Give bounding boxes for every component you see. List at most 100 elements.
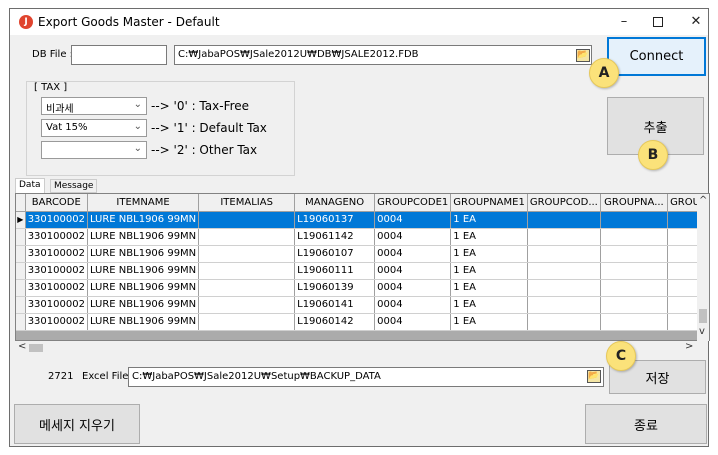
horizontal-scrollbar[interactable]: < > bbox=[15, 341, 697, 355]
table-cell[interactable]: 0004 bbox=[374, 245, 452, 263]
table-cell[interactable] bbox=[198, 262, 296, 280]
row-indicator[interactable] bbox=[16, 262, 26, 280]
scroll-down-icon[interactable]: v bbox=[699, 326, 705, 337]
vertical-scrollbar[interactable]: ^ v bbox=[697, 194, 709, 341]
row-indicator[interactable] bbox=[16, 313, 26, 331]
table-cell[interactable]: LURE NBL1906 99MN bbox=[87, 262, 200, 280]
column-header[interactable]: GROUPCOD... bbox=[527, 194, 601, 212]
table-cell[interactable]: 0004 bbox=[374, 296, 452, 314]
connect-button[interactable]: Connect bbox=[607, 37, 706, 76]
table-cell[interactable] bbox=[600, 262, 669, 280]
column-header[interactable]: ITEMALIAS bbox=[198, 194, 296, 212]
table-cell[interactable]: 0004 bbox=[374, 279, 452, 297]
horizontal-scroll-thumb[interactable] bbox=[29, 344, 43, 352]
column-header[interactable]: GROUPNA... bbox=[600, 194, 669, 212]
table-cell[interactable] bbox=[600, 279, 669, 297]
table-cell[interactable] bbox=[527, 296, 601, 314]
table-cell[interactable]: 1 EA bbox=[450, 262, 528, 280]
table-cell[interactable]: 330100002 bbox=[25, 313, 88, 331]
table-cell[interactable]: 330100002 bbox=[25, 211, 88, 229]
column-header[interactable]: GROUPCODE1 bbox=[374, 194, 452, 212]
table-cell[interactable] bbox=[600, 211, 669, 229]
table-cell[interactable]: LURE NBL1906 99MN bbox=[87, 296, 200, 314]
table-row[interactable]: 330100002 LURE NBL1906 99MN L19060142 0004 1… bbox=[16, 313, 709, 331]
table-row[interactable]: 330100002 LURE NBL1906 99MN L19061142 0004 1… bbox=[16, 228, 709, 246]
table-cell[interactable]: L19060141 bbox=[294, 296, 376, 314]
table-cell[interactable]: 330100002 bbox=[25, 245, 88, 263]
table-cell[interactable]: 0004 bbox=[374, 262, 452, 280]
table-cell[interactable]: 1 EA bbox=[450, 228, 528, 246]
table-cell[interactable] bbox=[527, 211, 601, 229]
table-cell[interactable] bbox=[198, 279, 296, 297]
close-button[interactable]: ✕ bbox=[674, 9, 718, 35]
scroll-up-icon[interactable]: ^ bbox=[699, 195, 707, 206]
table-cell[interactable]: LURE NBL1906 99MN bbox=[87, 211, 200, 229]
other-tax-combo[interactable]: ⌄ bbox=[41, 141, 147, 159]
table-cell[interactable]: L19060107 bbox=[294, 245, 376, 263]
table-cell[interactable] bbox=[198, 228, 296, 246]
table-cell[interactable]: 1 EA bbox=[450, 313, 528, 331]
vertical-scroll-thumb[interactable] bbox=[699, 309, 707, 323]
exit-button[interactable]: 종료 bbox=[585, 404, 707, 444]
table-cell[interactable]: 330100002 bbox=[25, 296, 88, 314]
table-cell[interactable] bbox=[198, 313, 296, 331]
table-cell[interactable] bbox=[198, 245, 296, 263]
table-cell[interactable]: 1 EA bbox=[450, 296, 528, 314]
table-cell[interactable]: 1 EA bbox=[450, 211, 528, 229]
tax-free-combo[interactable]: 비과세 ⌄ bbox=[41, 97, 147, 115]
table-cell[interactable]: L19060111 bbox=[294, 262, 376, 280]
table-cell[interactable]: L19060137 bbox=[294, 211, 376, 229]
table-cell[interactable] bbox=[600, 245, 669, 263]
table-cell[interactable] bbox=[527, 279, 601, 297]
table-cell[interactable]: LURE NBL1906 99MN bbox=[87, 245, 200, 263]
table-cell[interactable]: 0004 bbox=[374, 228, 452, 246]
table-row[interactable]: 330100002 LURE NBL1906 99MN L19060141 0004 1… bbox=[16, 296, 709, 314]
scroll-left-icon[interactable]: < bbox=[18, 341, 26, 352]
table-row[interactable]: 330100002 LURE NBL1906 99MN L19060111 0004 1… bbox=[16, 262, 709, 280]
table-row[interactable]: 330100002 LURE NBL1906 99MN L19060107 0004 1… bbox=[16, 245, 709, 263]
table-cell[interactable]: 0004 bbox=[374, 313, 452, 331]
table-cell[interactable]: 1 EA bbox=[450, 245, 528, 263]
table-cell[interactable] bbox=[527, 262, 601, 280]
column-header[interactable]: MANAGENO bbox=[294, 194, 376, 212]
scroll-right-icon[interactable]: > bbox=[685, 341, 693, 352]
table-cell[interactable]: LURE NBL1906 99MN bbox=[87, 228, 200, 246]
db-file-name-field[interactable] bbox=[71, 45, 167, 65]
table-cell[interactable]: 330100002 bbox=[25, 262, 88, 280]
column-header[interactable]: BARCODE bbox=[25, 194, 88, 212]
table-cell[interactable] bbox=[198, 296, 296, 314]
row-indicator[interactable] bbox=[16, 279, 26, 297]
row-indicator[interactable] bbox=[16, 228, 26, 246]
table-cell[interactable] bbox=[198, 211, 296, 229]
table-cell[interactable]: L19060142 bbox=[294, 313, 376, 331]
table-cell[interactable]: 330100002 bbox=[25, 228, 88, 246]
table-row[interactable]: ▶ 330100002 LURE NBL1906 99MN L19060137 0004… bbox=[16, 211, 709, 229]
table-cell[interactable]: L19060139 bbox=[294, 279, 376, 297]
table-row[interactable]: 330100002 LURE NBL1906 99MN L19060139 0004 1… bbox=[16, 279, 709, 297]
tab-message[interactable]: Message bbox=[50, 179, 98, 193]
table-cell[interactable] bbox=[527, 228, 601, 246]
table-cell[interactable]: 1 EA bbox=[450, 279, 528, 297]
column-header[interactable]: ITEMNAME bbox=[87, 194, 200, 212]
table-cell[interactable]: LURE NBL1906 99MN bbox=[87, 313, 200, 331]
row-indicator[interactable] bbox=[16, 245, 26, 263]
excel-file-path-field[interactable]: C:₩JabaPOS₩JSale2012U₩Setup₩BACKUP_DATA bbox=[128, 367, 604, 387]
db-file-path-field[interactable]: C:₩JabaPOS₩JSale2012U₩DB₩JSALE2012.FDB bbox=[174, 45, 592, 65]
table-cell[interactable] bbox=[600, 296, 669, 314]
data-grid[interactable]: BARCODE ITEMNAME ITEMALIAS MANAGENO GROU… bbox=[15, 193, 710, 341]
db-folder-browse-icon[interactable]: 📂 bbox=[576, 49, 590, 62]
row-indicator[interactable] bbox=[16, 296, 26, 314]
default-tax-combo[interactable]: Vat 15% ⌄ bbox=[41, 119, 147, 137]
row-pointer-icon[interactable]: ▶ bbox=[16, 211, 26, 229]
table-cell[interactable]: L19061142 bbox=[294, 228, 376, 246]
table-cell[interactable]: LURE NBL1906 99MN bbox=[87, 279, 200, 297]
table-cell[interactable] bbox=[600, 228, 669, 246]
table-cell[interactable] bbox=[527, 245, 601, 263]
table-cell[interactable]: 330100002 bbox=[25, 279, 88, 297]
clear-message-button[interactable]: 메세지 지우기 bbox=[14, 404, 140, 444]
column-header[interactable]: GROUPNAME1 bbox=[450, 194, 528, 212]
excel-folder-browse-icon[interactable]: 📂 bbox=[587, 370, 601, 383]
tab-data[interactable]: Data bbox=[15, 178, 45, 193]
table-cell[interactable] bbox=[600, 313, 669, 331]
table-cell[interactable]: 0004 bbox=[374, 211, 452, 229]
